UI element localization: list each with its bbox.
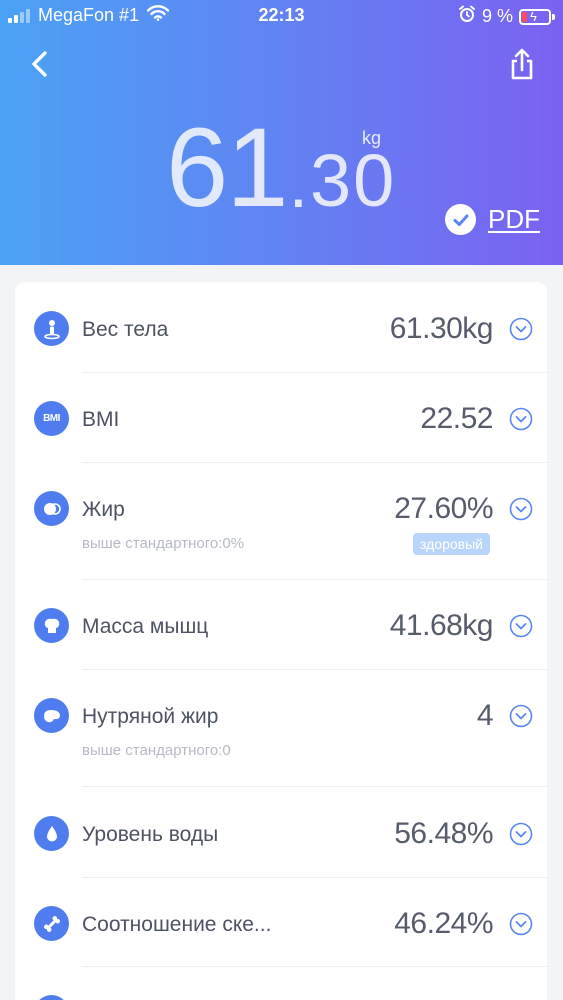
metric-label: Жир (82, 498, 125, 521)
share-icon (511, 48, 533, 80)
metric-label: Соотношение ске... (82, 913, 272, 936)
metric-value: 22.52 (420, 402, 493, 435)
metric-row-muscle-mass[interactable]: Масса мышц 41.68kg (15, 580, 547, 669)
chevron-left-icon (32, 51, 47, 77)
chevron-down-icon[interactable] (509, 407, 533, 431)
metrics-card: Вес тела 61.30kg BMI BMI 22.52 Жир выше … (15, 282, 547, 1000)
metric-row-water[interactable]: Уровень воды 56.48% (15, 787, 547, 877)
weight-integer: 61 (166, 105, 289, 230)
metric-value: 56.48% (394, 817, 493, 850)
chevron-down-icon[interactable] (509, 497, 533, 521)
pdf-button[interactable]: PDF (445, 204, 540, 235)
status-bar: MegaFon #1 22:13 9 % ϟ (0, 0, 563, 32)
muscle-icon (34, 608, 69, 643)
chevron-down-icon[interactable] (509, 317, 533, 341)
metric-subtext: выше стандартного:0% (82, 535, 245, 552)
alarm-icon (458, 5, 476, 28)
bmi-icon: BMI (34, 401, 69, 436)
metric-row-fat[interactable]: Жир выше стандартного:0% 27.60% здоровый (15, 463, 547, 578)
weight-unit: kg (362, 128, 382, 148)
battery-icon: ϟ (519, 8, 555, 25)
metric-subtext: выше стандартного:0 (82, 742, 231, 759)
back-button[interactable] (24, 44, 58, 84)
metric-row-body-weight[interactable]: Вес тела 61.30kg (15, 282, 547, 372)
weight-decimal-point: . (288, 144, 309, 222)
battery-percent: 9 % (481, 6, 513, 26)
metric-value: 41.68kg (389, 609, 494, 642)
chevron-down-icon[interactable] (509, 704, 533, 728)
metric-value: 61.30kg (389, 312, 494, 345)
chevron-down-icon[interactable] (509, 822, 533, 846)
share-button[interactable] (505, 44, 539, 84)
metric-label: Вес тела (82, 318, 169, 341)
header: MegaFon #1 22:13 9 % ϟ 61 . 30 kg PDF (0, 0, 563, 265)
body-weight-icon (34, 311, 69, 346)
metric-label: Масса мышц (82, 615, 209, 638)
metric-row-partial[interactable] (15, 967, 547, 1000)
metric-icon (34, 995, 69, 1000)
metric-row-visceral-fat[interactable]: Нутряной жир выше стандартного:0 4 (15, 670, 547, 786)
metric-row-bmi[interactable]: BMI BMI 22.52 (15, 373, 547, 462)
metric-value: 27.60% (394, 492, 493, 525)
weight-decimal: 30 (310, 139, 397, 222)
status-badge: здоровый (413, 533, 490, 555)
metric-label: BMI (82, 408, 120, 431)
metric-label: Нутряной жир (82, 705, 219, 728)
visceral-fat-icon (34, 698, 69, 733)
metric-row-skeletal-ratio[interactable]: Соотношение ске... 46.24% (15, 878, 547, 966)
fat-icon (34, 491, 69, 526)
bone-icon (34, 906, 69, 941)
pdf-label: PDF (488, 204, 540, 234)
check-circle-icon (445, 204, 476, 235)
chevron-down-icon[interactable] (509, 912, 533, 936)
water-drop-icon (34, 816, 69, 851)
weight-display: 61 . 30 kg (166, 112, 396, 224)
bmi-icon-text: BMI (43, 413, 60, 424)
chevron-down-icon[interactable] (509, 614, 533, 638)
metric-value: 46.24% (394, 907, 493, 940)
metric-value: 4 (476, 699, 494, 732)
metric-label: Уровень воды (82, 823, 219, 846)
status-right: 9 % ϟ (458, 5, 555, 28)
